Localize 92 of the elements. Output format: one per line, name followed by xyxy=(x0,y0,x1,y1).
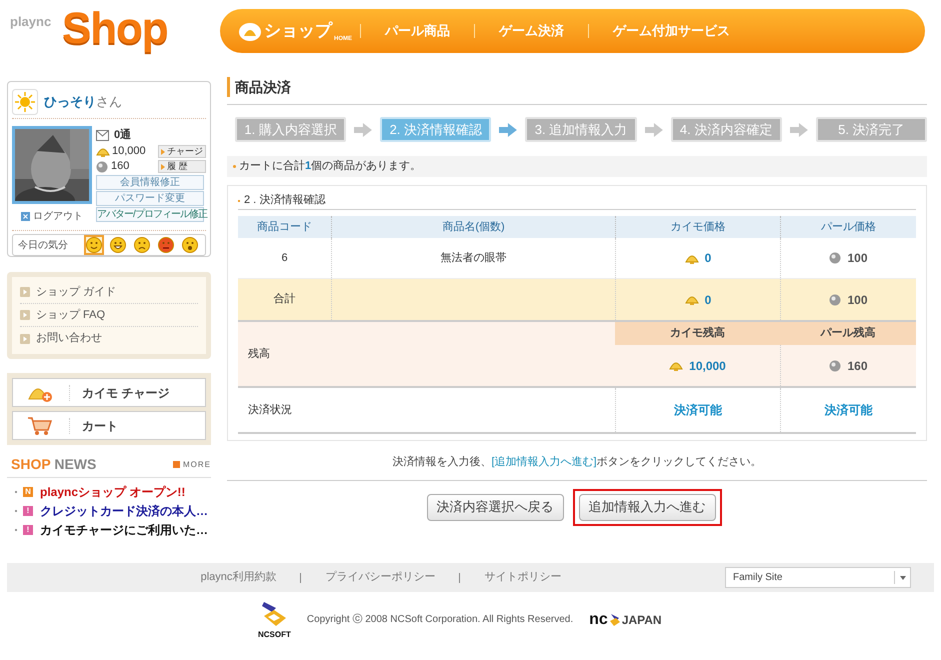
news-badge: ! xyxy=(23,524,33,534)
pearl-icon xyxy=(829,294,842,306)
brand-text: plaync xyxy=(10,13,52,31)
pearl-balance: 160 xyxy=(111,159,130,174)
page-title: 商品決済 xyxy=(235,78,291,96)
arrow-icon xyxy=(499,122,518,136)
news-badge: N xyxy=(23,486,33,496)
shell-icon xyxy=(684,252,699,264)
user-name: ひっそり さん xyxy=(44,93,122,112)
history-button[interactable]: 履 歴 xyxy=(158,160,206,173)
account-button[interactable]: パスワード変更 xyxy=(96,191,204,206)
face-icon xyxy=(86,237,102,253)
column-header: パール残高 xyxy=(819,326,876,342)
footer-link[interactable]: サイトポリシー xyxy=(484,569,562,586)
section-title: 2 . 決済情報確認 xyxy=(244,192,326,208)
ncsoft-logo: NCSOFT xyxy=(258,630,291,639)
nav-label: ショップ xyxy=(264,20,332,42)
pearl-icon xyxy=(96,160,108,172)
japan-logo: JAPAN xyxy=(622,612,662,628)
help-link[interactable]: ショップ FAQ xyxy=(20,304,198,327)
help-link[interactable]: ショップ ガイド xyxy=(20,281,198,304)
quick-button[interactable]: カイモ チャージ xyxy=(12,378,206,407)
news-item[interactable]: ! クレジットカード決済の本人… xyxy=(15,501,211,520)
kaimo-price: 0 xyxy=(704,250,712,267)
instruction-text: ボタンをクリックしてください。 xyxy=(596,455,762,470)
arrow-icon xyxy=(790,122,808,136)
news-item[interactable]: N playncショップ オープン!! xyxy=(15,482,211,501)
action-button[interactable]: 追加情報入力へ進む xyxy=(578,494,716,520)
notice-text: カートに合計1個の商品があります。 xyxy=(239,158,422,174)
shell-icon xyxy=(684,294,699,305)
more-link[interactable]: MORE xyxy=(173,458,211,470)
play-icon xyxy=(20,287,30,297)
play-icon xyxy=(20,334,30,344)
caret-icon xyxy=(900,576,906,580)
mood-button[interactable] xyxy=(156,235,176,255)
table-cell: 無法者の眼帯 xyxy=(331,238,615,278)
mood-button[interactable] xyxy=(84,235,104,255)
kaimo-balance: 10,000 xyxy=(689,358,726,374)
instruction-text: 決済情報を入力後、 xyxy=(392,454,492,470)
mail-icon xyxy=(96,130,109,140)
proceed-link[interactable]: [追加情報入力へ進む] xyxy=(491,454,597,470)
triangle-icon xyxy=(161,148,165,154)
bullet-icon xyxy=(233,165,236,168)
table-cell-text: 6 xyxy=(280,250,289,266)
pearl-price: 100 xyxy=(847,250,868,267)
pearl-icon xyxy=(829,252,842,264)
copyright-text: Copyright ⓒ 2008 NCSoft Corporation. All Rights Reserved. xyxy=(306,612,574,627)
quick-button[interactable]: カート xyxy=(12,411,206,440)
balance-label: 残高 xyxy=(248,346,270,362)
kaimo-balance: 10,000 xyxy=(112,144,147,160)
arrow-icon xyxy=(354,122,372,136)
help-link[interactable]: お問い合わせ xyxy=(20,327,198,350)
column-header: 商品コード xyxy=(256,220,313,235)
kaimo-price: 0 xyxy=(704,292,712,308)
face-icon xyxy=(134,237,150,253)
status-text: 決済可能 xyxy=(824,402,872,419)
shell-bubble-icon xyxy=(238,22,262,44)
news-heading: SHOP NEWS xyxy=(11,455,96,474)
nc-logo: nc xyxy=(589,612,608,628)
table-cell-text: 合計 xyxy=(272,292,296,308)
footer-link[interactable]: plaync利用約款 xyxy=(200,569,276,586)
news-badge: ! xyxy=(23,506,33,516)
pearl-price: 100 xyxy=(847,292,868,308)
footer-link[interactable]: プライバシーポリシー xyxy=(325,569,436,586)
shell-icon xyxy=(669,360,684,371)
face-icon xyxy=(158,237,174,253)
action-button[interactable]: 決済内容選択へ戻る xyxy=(426,494,564,520)
close-icon xyxy=(21,212,30,221)
triangle-icon xyxy=(161,164,165,170)
sun-icon xyxy=(12,89,38,115)
face-icon xyxy=(110,237,126,253)
news-item[interactable]: ! カイモチャージにご利用いた… xyxy=(15,520,211,539)
face-icon xyxy=(182,237,198,253)
mood-label: 今日の気分 xyxy=(18,238,69,252)
status-label: 決済状況 xyxy=(248,402,292,418)
pearl-icon xyxy=(829,360,842,372)
family-site-select[interactable]: Family Site xyxy=(725,567,911,588)
mood-button[interactable] xyxy=(108,235,128,255)
pearl-balance: 160 xyxy=(847,358,868,374)
nc-diamond-icon xyxy=(608,612,621,626)
column-header: カイモ残高 xyxy=(669,326,726,342)
account-button[interactable]: 会員情報修正 xyxy=(96,175,204,190)
mail-count: 0通 xyxy=(114,128,132,143)
play-icon xyxy=(20,310,30,320)
mood-button[interactable] xyxy=(180,235,200,255)
logout-link[interactable]: ログアウト xyxy=(21,209,83,224)
cart-icon xyxy=(27,416,53,436)
charge-button[interactable]: チャージ xyxy=(158,145,206,158)
mood-button[interactable] xyxy=(132,235,152,255)
shell-icon xyxy=(96,146,110,157)
status-text: 決済可能 xyxy=(674,402,722,419)
arrow-icon xyxy=(644,122,663,136)
